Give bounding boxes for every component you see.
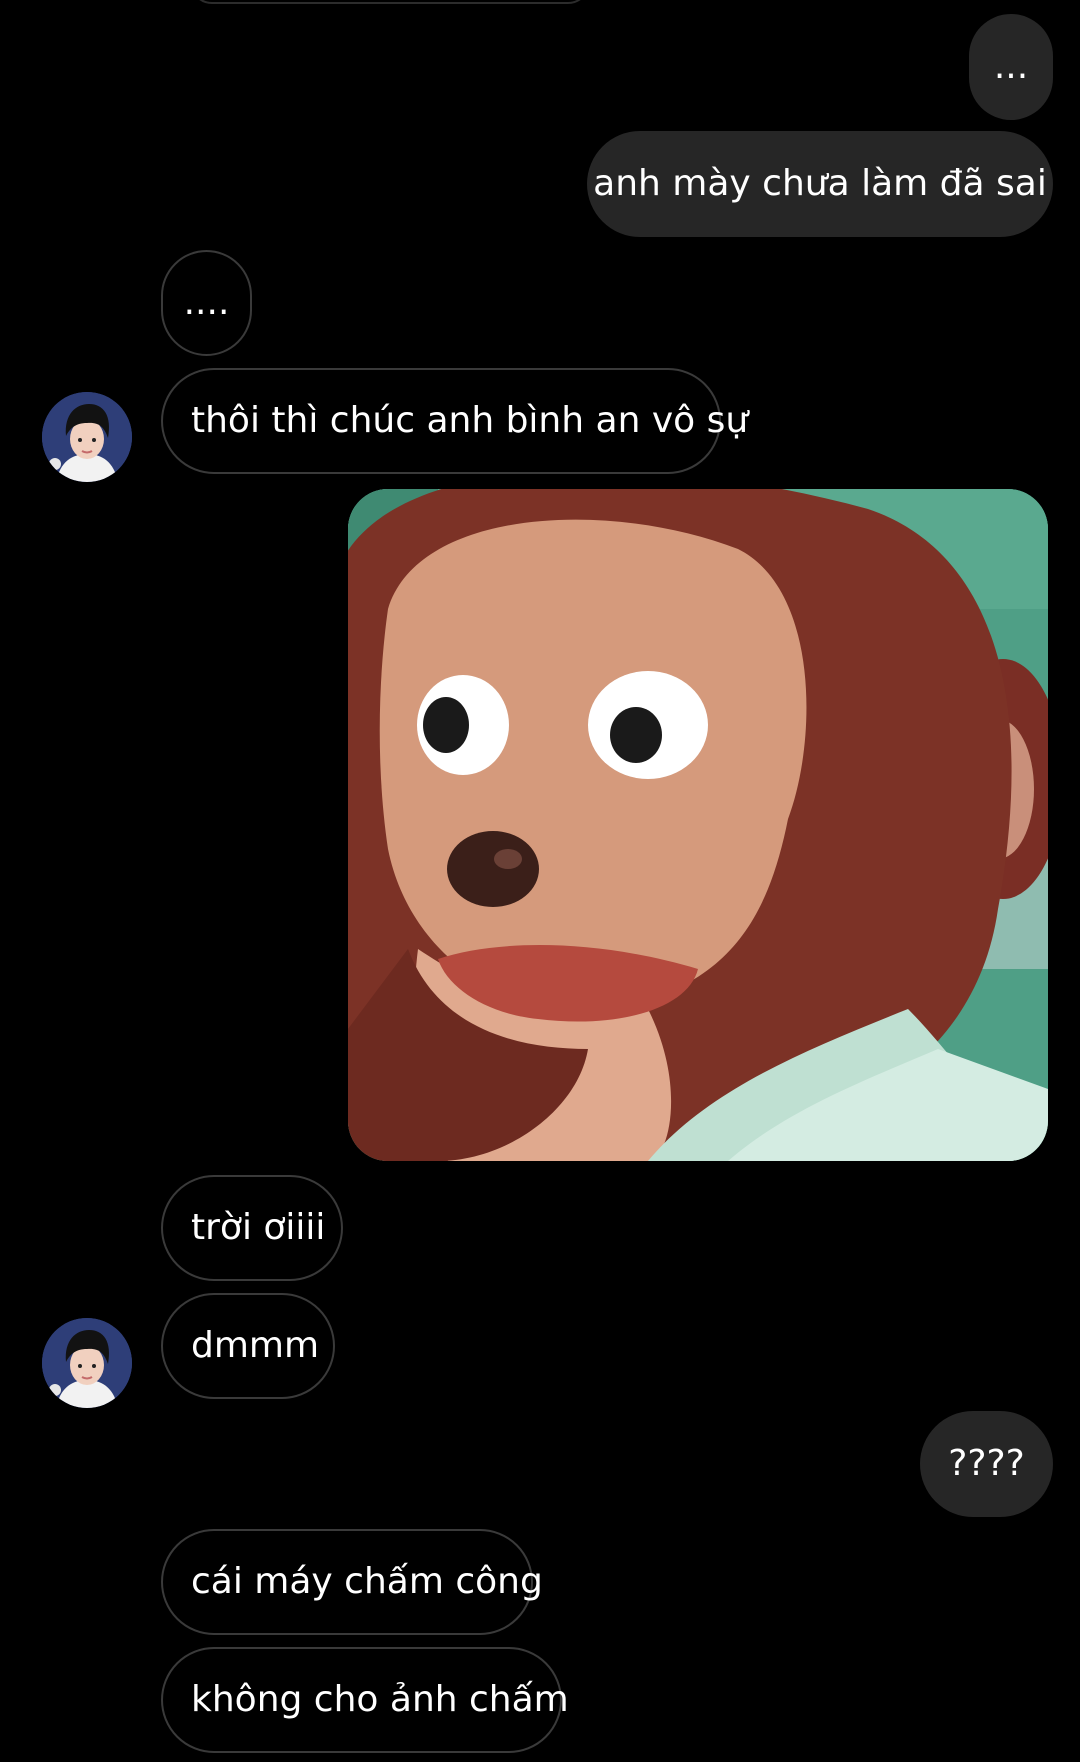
message-bubble-incoming[interactable]: dmmm — [161, 1293, 335, 1399]
message-text: trời ơiiii — [191, 1207, 326, 1248]
message-bubble-incoming[interactable]: không cho ảnh chấm — [161, 1647, 569, 1753]
monkey-puppet-image — [348, 489, 1048, 1161]
message-bubble-outgoing[interactable]: ... — [969, 14, 1053, 120]
message-bubble-incoming[interactable]: thôi thì chúc anh bình an vô sự — [161, 368, 748, 474]
message-bubble-incoming[interactable]: cái máy chấm công — [161, 1529, 543, 1635]
avatar-portrait — [42, 1318, 132, 1408]
avatar-portrait — [42, 392, 132, 482]
message-text: ???? — [948, 1443, 1025, 1484]
message-bubble-incoming[interactable]: trời ơiiii — [161, 1175, 343, 1281]
image-message[interactable] — [348, 489, 1048, 1161]
previous-message-fragment[interactable] — [190, 0, 590, 4]
message-text: thôi thì chúc anh bình an vô sự — [191, 400, 749, 441]
message-text: .... — [183, 282, 230, 323]
message-text: không cho ảnh chấm — [191, 1679, 569, 1720]
message-bubble-outgoing[interactable]: ???? — [920, 1411, 1053, 1517]
message-text: anh mày chưa làm đã sai — [593, 163, 1047, 204]
message-text: cái máy chấm công — [191, 1561, 543, 1602]
contact-avatar[interactable] — [42, 392, 132, 482]
contact-avatar[interactable] — [42, 1318, 132, 1408]
message-text: dmmm — [191, 1325, 320, 1366]
message-text: ... — [993, 46, 1029, 87]
chat-thread: ... anh mày chưa làm đã sai .... thôi th… — [0, 0, 1080, 1762]
message-bubble-outgoing[interactable]: anh mày chưa làm đã sai — [587, 131, 1053, 237]
message-bubble-incoming[interactable]: .... — [161, 250, 252, 356]
